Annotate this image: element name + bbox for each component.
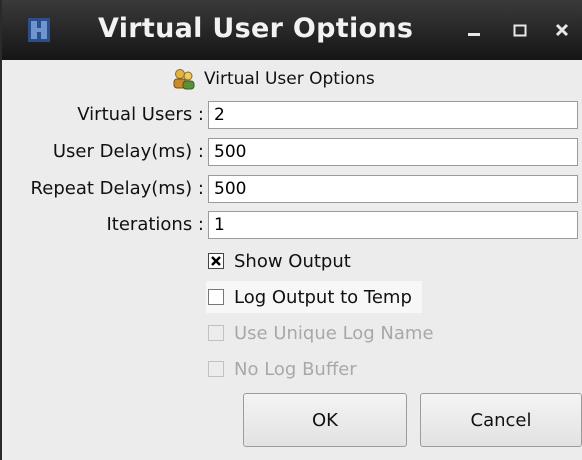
minimize-button[interactable] [464,20,484,40]
iterations-input[interactable] [208,211,578,239]
iterations-label: Iterations : [106,214,204,235]
dialog-content: Virtual User Options Virtual Users : Use… [2,60,582,460]
title-bar[interactable]: Virtual User Options [2,0,582,60]
user-delay-label: User Delay(ms) : [52,141,204,162]
close-button[interactable] [552,20,572,40]
show-output-checkbox[interactable]: Show Output [208,245,351,277]
repeat-delay-input[interactable] [208,175,578,203]
window-title: Virtual User Options [98,13,414,44]
app-icon [28,18,50,42]
show-output-check-box[interactable] [208,253,224,269]
virtual-user-options-dialog: Virtual User Options Virtual User Option… [0,0,582,460]
use-unique-log-name-checkbox[interactable]: Use Unique Log Name [208,317,434,349]
users-icon [173,69,195,90]
log-output-to-temp-label: Log Output to Temp [234,286,412,308]
cancel-button[interactable]: Cancel [420,393,582,447]
no-log-buffer-check-box[interactable] [208,361,224,377]
repeat-delay-label: Repeat Delay(ms) : [30,178,204,199]
no-log-buffer-label: No Log Buffer [234,358,357,380]
show-output-label: Show Output [234,250,351,272]
maximize-button[interactable] [510,20,530,40]
log-output-to-temp-check-box[interactable] [208,289,224,305]
use-unique-log-name-label: Use Unique Log Name [234,322,434,344]
check-x-icon [211,256,221,266]
dialog-header-label: Virtual User Options [204,69,375,89]
dialog-header: Virtual User Options [172,64,375,94]
use-unique-log-name-check-box[interactable] [208,325,224,341]
virtual-users-input[interactable] [208,101,578,129]
user-delay-input[interactable] [208,138,578,166]
minimize-icon [468,33,480,36]
no-log-buffer-checkbox[interactable]: No Log Buffer [208,353,357,385]
log-output-to-temp-checkbox[interactable]: Log Output to Temp [206,281,422,313]
ok-button[interactable]: OK [243,393,407,447]
maximize-icon [513,24,527,37]
close-icon [555,23,569,37]
virtual-users-label: Virtual Users : [77,104,204,125]
